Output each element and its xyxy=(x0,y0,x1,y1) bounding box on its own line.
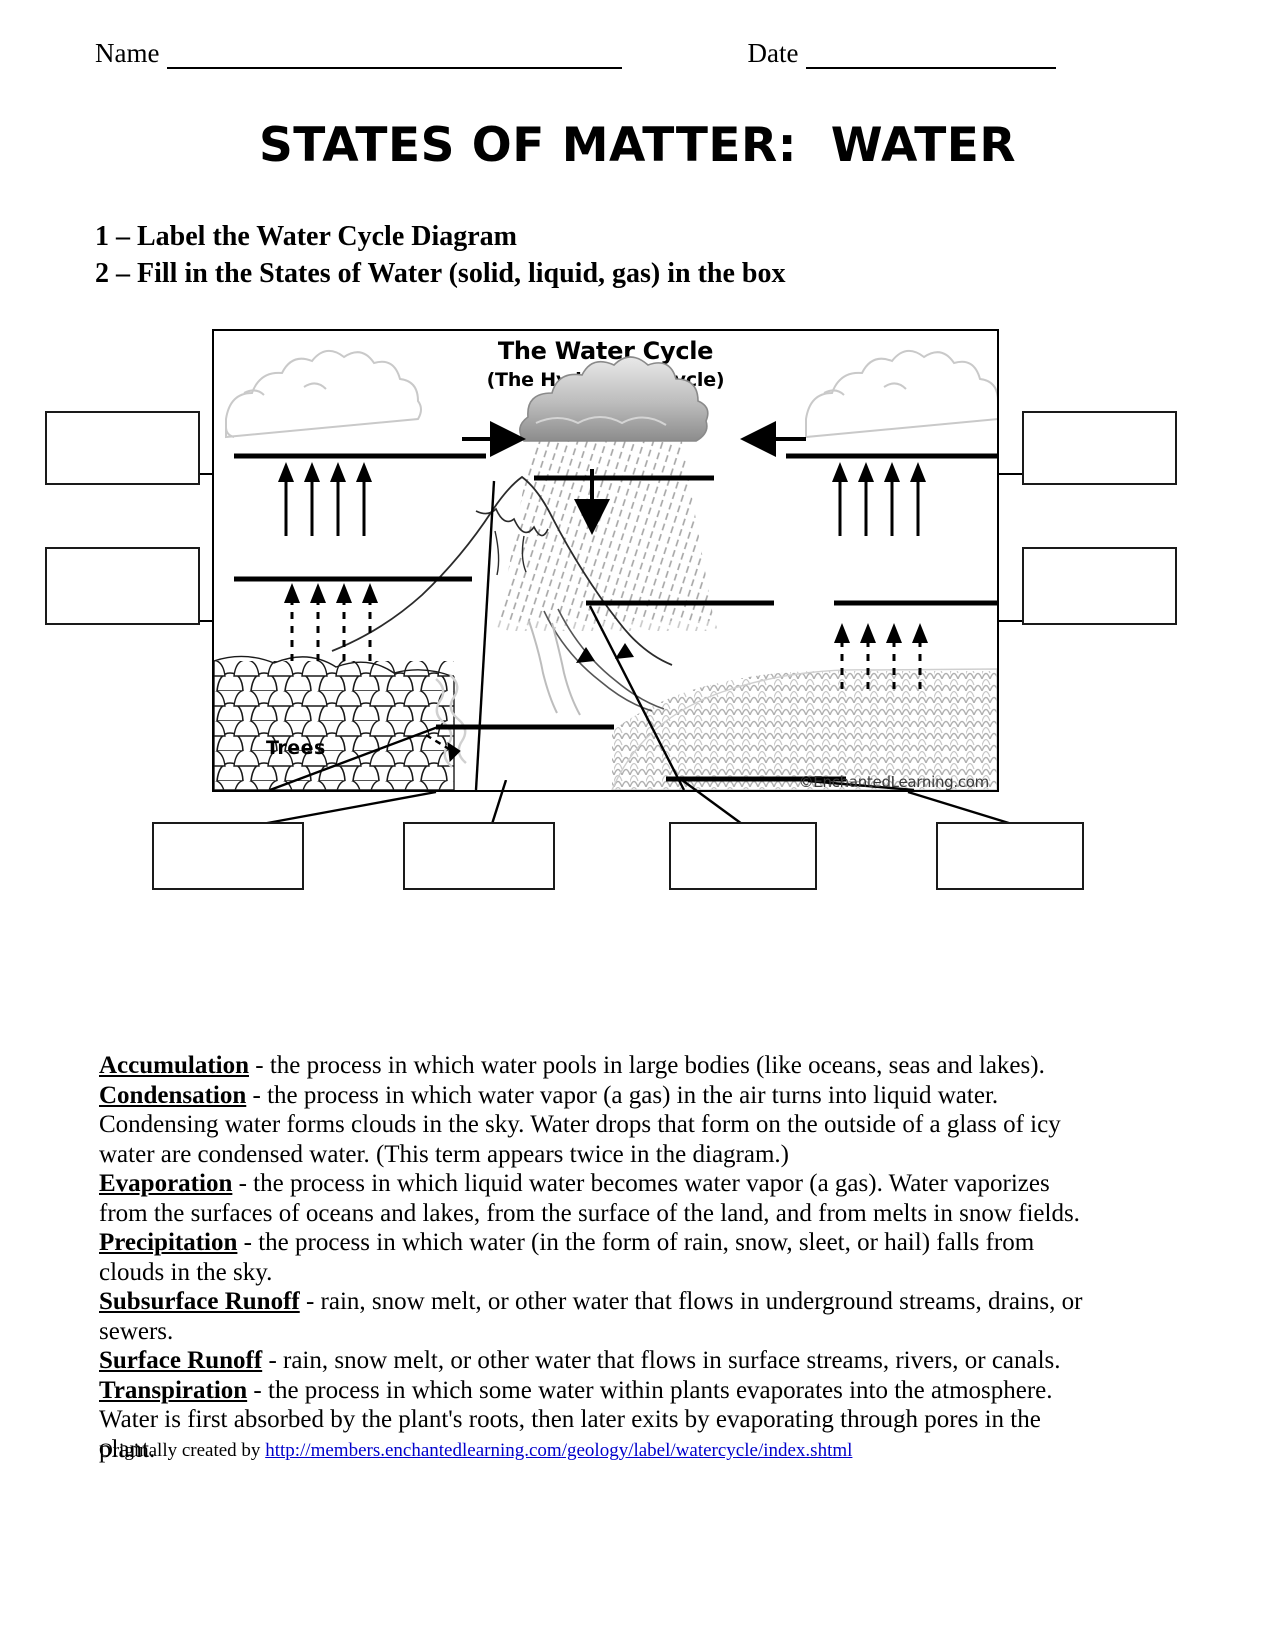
evaporation-arrowheads-right xyxy=(832,462,926,482)
storm-cloud-center xyxy=(519,356,709,442)
instruction-item-1: 1 – Label the Water Cycle Diagram xyxy=(95,221,518,252)
term-condensation: Condensation xyxy=(99,1081,247,1109)
term-surface-runoff: Surface Runoff xyxy=(99,1347,263,1374)
term-precipitation: Precipitation xyxy=(99,1229,238,1256)
water-cycle-illustration xyxy=(214,350,997,790)
term-accumulation: Accumulation xyxy=(99,1052,249,1079)
date-label: Date xyxy=(747,38,799,68)
definition-surface-runoff: Surface Runoff - rain, snow melt, or oth… xyxy=(99,1346,1091,1376)
date-input-line[interactable] xyxy=(806,47,1057,69)
water-cycle-diagram: The Water Cycle (The Hydrologic Cycle) xyxy=(212,329,999,792)
definition-subsurface-runoff: Subsurface Runoff - rain, snow melt, or … xyxy=(99,1287,1091,1346)
arrow-subsurface-2 xyxy=(615,643,634,659)
definition-text-surface-runoff: - rain, snow melt, or other water that f… xyxy=(262,1347,1061,1374)
arrow-subsurface-1 xyxy=(576,647,595,663)
cloud-outline-right xyxy=(805,350,997,439)
term-subsurface-runoff: Subsurface Runoff xyxy=(99,1288,300,1315)
definition-text-evaporation: - the process in which liquid water beco… xyxy=(99,1170,1080,1227)
connector-left-bottom xyxy=(200,620,214,622)
forest-canopy xyxy=(214,655,455,790)
answer-box-right-top[interactable] xyxy=(1022,411,1177,485)
answer-box-right-bottom[interactable] xyxy=(1022,547,1177,625)
transpiration-arrows xyxy=(290,593,372,661)
definition-accumulation: Accumulation - the process in which wate… xyxy=(99,1051,1091,1081)
instruction-item-2: 2 – Fill in the States of Water (solid, … xyxy=(95,258,786,289)
instructions-list: 1 – Label the Water Cycle Diagram 2 – Fi… xyxy=(95,218,785,292)
definitions-block: Accumulation - the process in which wate… xyxy=(99,1051,1091,1464)
name-label: Name xyxy=(95,38,160,68)
term-evaporation: Evaporation xyxy=(99,1170,233,1197)
definition-text-accumulation: - the process in which water pools in la… xyxy=(249,1052,1045,1079)
page-title: STATES OF MATTER: WATER xyxy=(258,118,1017,173)
connector-left-top xyxy=(200,473,214,475)
source-link[interactable]: http://members.enchantedlearning.com/geo… xyxy=(265,1440,852,1461)
copyright-notice: ©EnchantedLearning.com xyxy=(798,773,990,791)
answer-box-bottom-4[interactable] xyxy=(936,822,1084,890)
evaporation-arrows-right xyxy=(838,471,920,536)
lake-evaporation-arrowheads xyxy=(834,623,928,643)
definition-text-precipitation: - the process in which water (in the for… xyxy=(99,1229,1035,1286)
answer-box-bottom-1[interactable] xyxy=(152,822,304,890)
definition-evaporation: Evaporation - the process in which liqui… xyxy=(99,1169,1091,1228)
water-body xyxy=(611,668,997,790)
definition-precipitation: Precipitation - the process in which wat… xyxy=(99,1228,1091,1287)
evaporation-arrowheads-left xyxy=(278,462,372,482)
cloud-outline-left xyxy=(225,350,422,439)
answer-box-left-bottom[interactable] xyxy=(45,547,200,625)
answer-box-bottom-3[interactable] xyxy=(669,822,817,890)
connector-right-bottom xyxy=(997,620,1023,622)
evaporation-arrows-left xyxy=(284,471,366,536)
footer-attribution: Originally created by http://members.enc… xyxy=(99,1440,852,1462)
term-transpiration: Transpiration xyxy=(99,1376,248,1404)
answer-box-left-top[interactable] xyxy=(45,411,200,485)
definition-condensation: Condensation - the process in which wate… xyxy=(99,1081,1091,1170)
name-date-row: Name Date xyxy=(95,38,1180,69)
footer-prefix: Originally created by xyxy=(99,1440,266,1461)
connector-right-top xyxy=(997,473,1023,475)
name-input-line[interactable] xyxy=(167,47,623,69)
transpiration-arrowheads xyxy=(284,583,378,603)
answer-box-bottom-2[interactable] xyxy=(403,822,555,890)
trees-label: Trees xyxy=(266,737,326,759)
